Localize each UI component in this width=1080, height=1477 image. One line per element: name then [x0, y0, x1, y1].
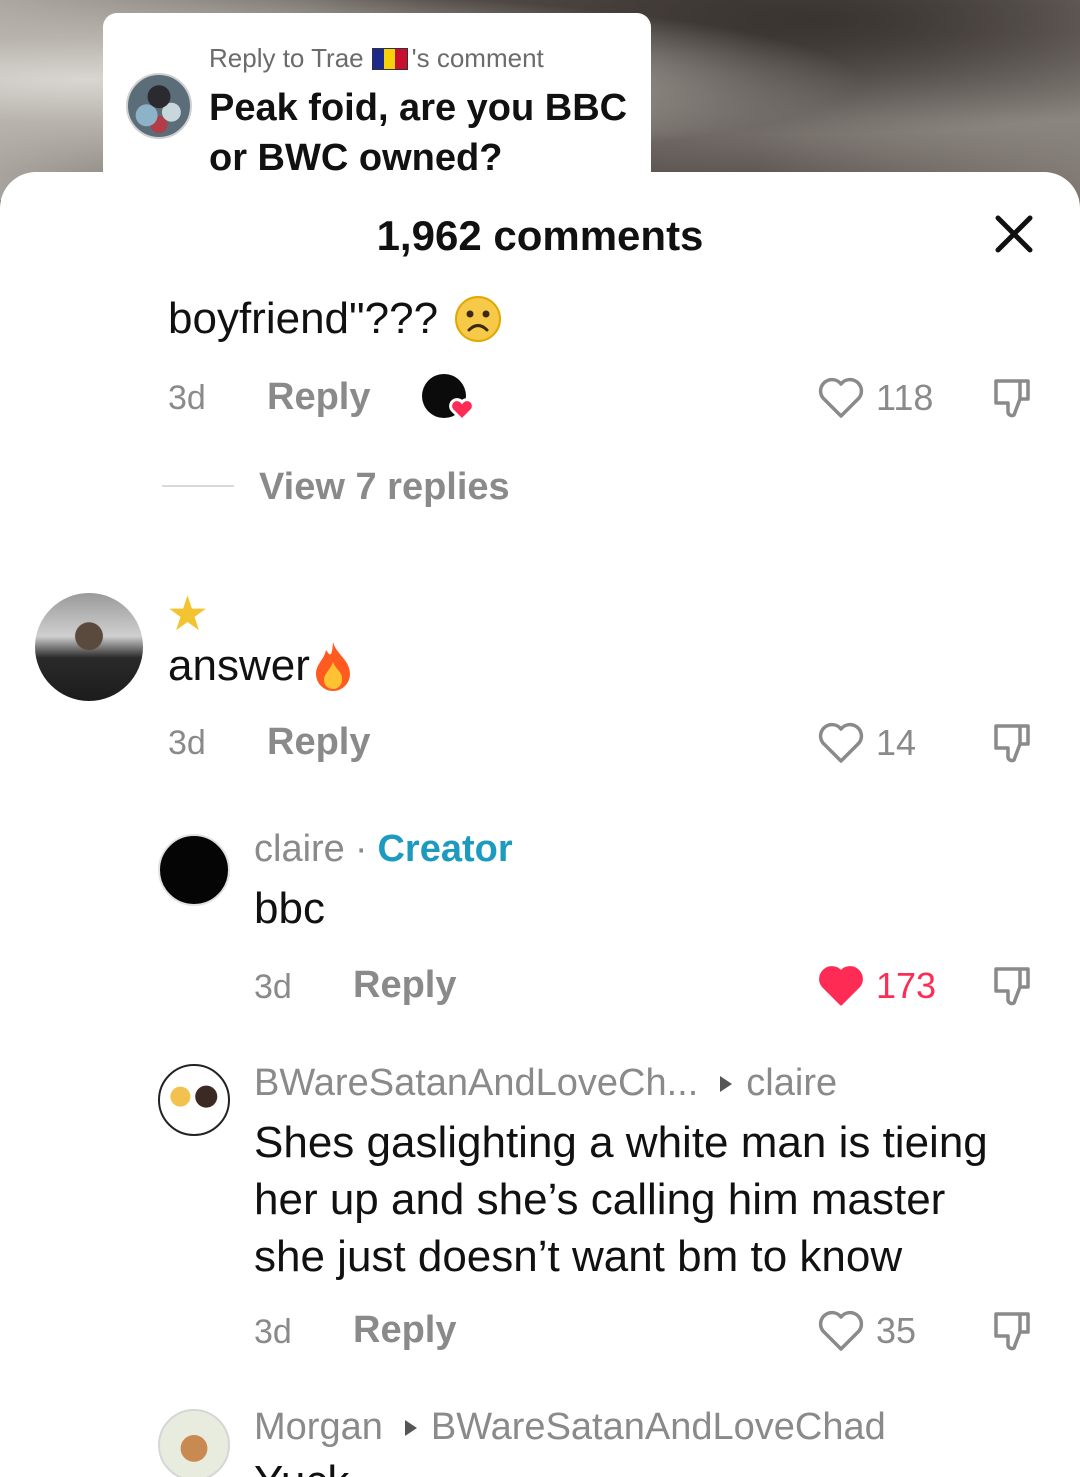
reply-to-username[interactable]: BWareSatanAndLoveChad — [431, 1406, 886, 1449]
creator-heart-avatar-icon — [422, 374, 475, 423]
reply-quote-text: Peak foid, are you BBC or BWC owned? — [209, 87, 628, 179]
reply-button[interactable]: Reply — [267, 376, 370, 419]
frowning-face-emoji-icon — [455, 296, 502, 342]
like-count: 14 — [876, 722, 917, 763]
creator-liked-badge — [420, 372, 480, 424]
reply-arrow-icon — [720, 1075, 733, 1092]
comment-body: answer — [168, 641, 310, 690]
reply-button[interactable]: Reply — [267, 721, 370, 764]
like-count: 118 — [876, 377, 934, 418]
comment-text: answer — [168, 640, 356, 692]
reply-username-line: claire · Creator — [254, 828, 513, 871]
dislike-icon[interactable] — [990, 375, 1038, 423]
dislike-icon[interactable] — [990, 720, 1038, 768]
reply-to-username[interactable]: claire — [746, 1062, 837, 1105]
comment-time: 3d — [254, 968, 292, 1006]
dislike-icon[interactable] — [990, 963, 1038, 1011]
username-separator: · — [354, 828, 368, 870]
reply-to-suffix: 's comment — [411, 43, 544, 73]
commenter-avatar[interactable] — [158, 1409, 230, 1477]
dislike-icon[interactable] — [990, 1308, 1038, 1356]
like-heart-icon[interactable] — [816, 1305, 866, 1355]
replies-divider — [162, 485, 234, 487]
reply-arrow-icon — [404, 1419, 417, 1436]
view-replies-button[interactable]: View 7 replies — [259, 466, 510, 509]
commenter-avatar[interactable] — [35, 593, 143, 701]
comment-line: she just doesn’t want bm to know — [254, 1232, 903, 1281]
comment-line: her up and she’s calling him master — [254, 1175, 946, 1224]
fire-emoji-icon — [315, 642, 350, 691]
reply-username-line: Morgan BWareSatanAndLoveChad — [254, 1406, 886, 1449]
comment-body: bbc — [254, 884, 325, 933]
reply-button[interactable]: Reply — [353, 1309, 456, 1352]
like-count: 173 — [876, 965, 937, 1006]
comment-time: 3d — [168, 379, 206, 417]
comment-body: boyfriend"??? — [168, 294, 439, 343]
liked-heart-icon[interactable] — [816, 960, 866, 1010]
username[interactable]: claire — [254, 828, 345, 871]
reply-button[interactable]: Reply — [353, 964, 456, 1007]
comment-body: Yuck — [254, 1457, 349, 1477]
comment-time: 3d — [168, 724, 206, 762]
comments-sheet: 1,962 comments boyfriend"??? 3d Reply 11… — [0, 172, 1080, 1477]
creator-tag: Creator — [377, 828, 513, 870]
commenter-avatar[interactable] — [158, 1064, 230, 1136]
flag-icon — [371, 47, 408, 70]
comments-count-title: 1,962 comments — [376, 212, 704, 259]
like-heart-icon[interactable] — [816, 717, 866, 767]
reply-username-line: BWareSatanAndLoveCh... claire — [254, 1062, 837, 1105]
username[interactable]: Morgan — [254, 1406, 383, 1449]
comment-text: boyfriend"??? — [168, 294, 502, 344]
reply-to-label: Reply to Trae 's comment — [209, 43, 544, 74]
reply-target-avatar — [126, 73, 192, 139]
star-badge-icon: ★ — [166, 588, 210, 641]
creator-avatar[interactable] — [158, 834, 230, 906]
comment-line: Shes gaslighting a white man is tieing — [254, 1118, 988, 1167]
comment-time: 3d — [254, 1313, 292, 1351]
username[interactable]: BWareSatanAndLoveCh... — [254, 1062, 698, 1105]
like-count: 35 — [876, 1310, 917, 1351]
close-icon[interactable] — [990, 210, 1038, 258]
like-heart-icon[interactable] — [816, 372, 866, 422]
comment-body: Shes gaslighting a white man is tieing h… — [254, 1114, 988, 1285]
reply-to-prefix: Reply to Trae — [209, 43, 364, 73]
